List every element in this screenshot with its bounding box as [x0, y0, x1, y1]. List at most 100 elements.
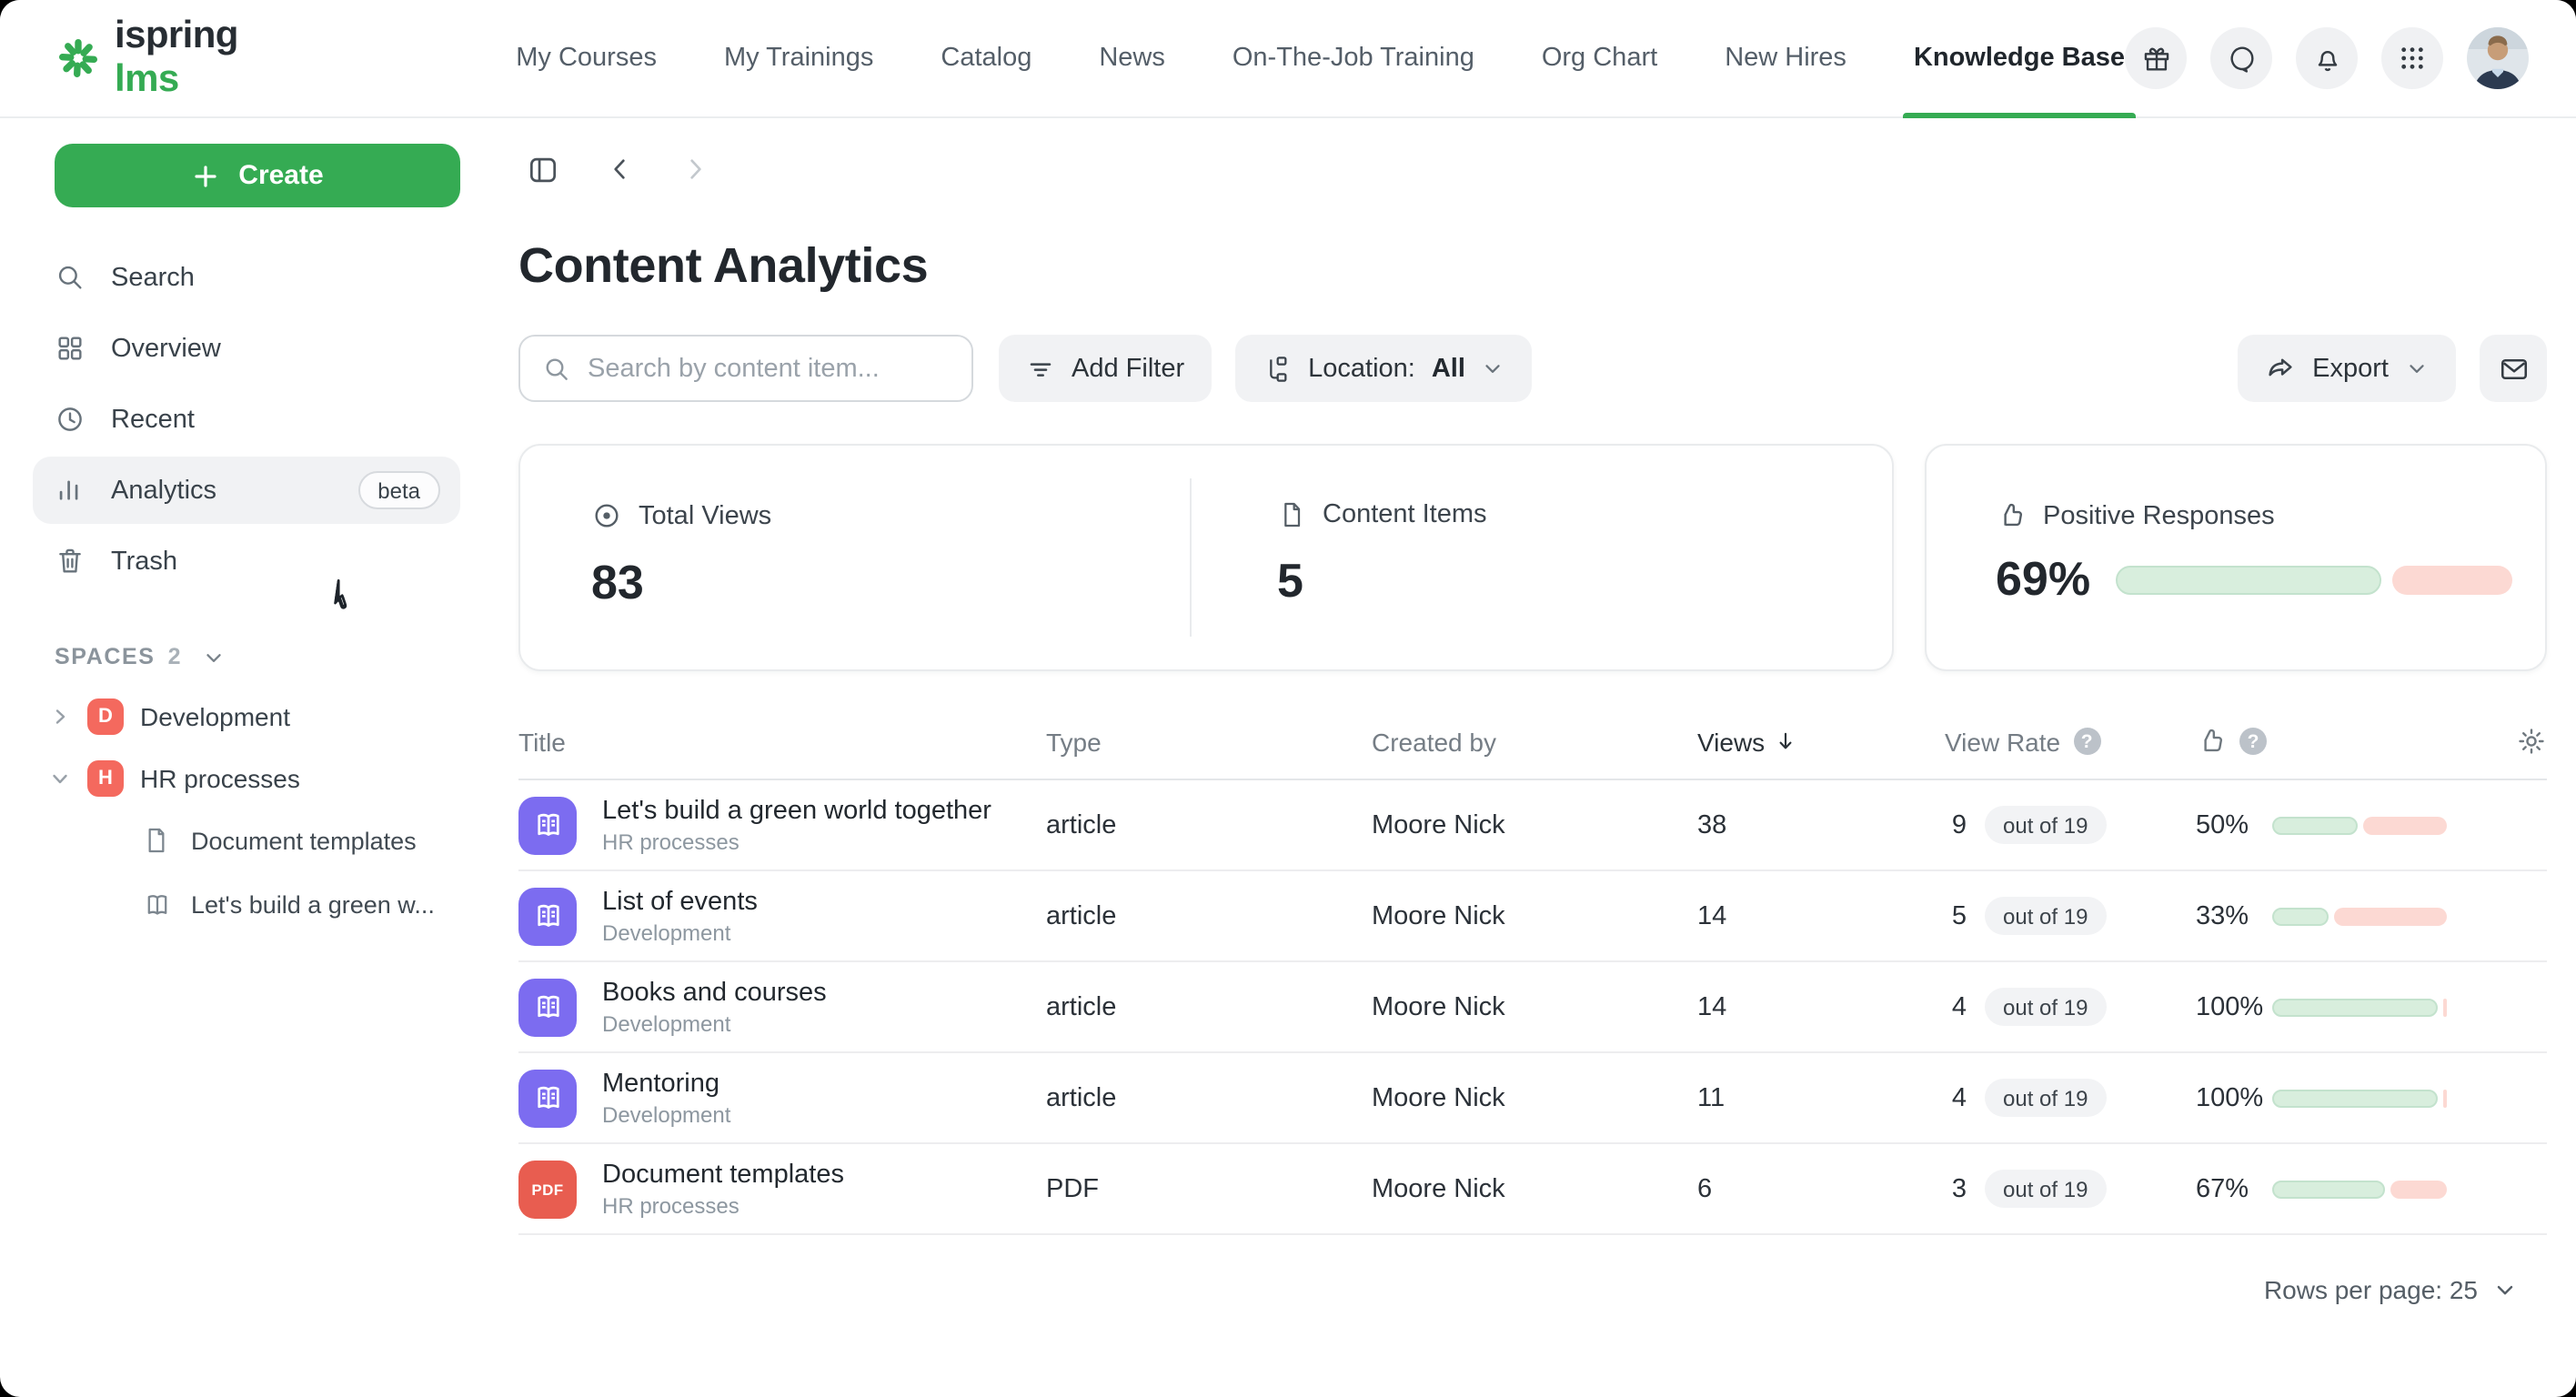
nav-item-on-the-job-training[interactable]: On-The-Job Training — [1233, 0, 1474, 117]
chat-icon — [2226, 43, 2257, 74]
column-likes[interactable]: ? — [2196, 726, 2516, 757]
like-ratio-bar — [2272, 816, 2447, 834]
sidebar-item-label: Search — [111, 263, 195, 292]
content-space: Development — [602, 1101, 730, 1129]
space-group-development[interactable]: DDevelopment — [0, 686, 518, 748]
table-row[interactable]: List of eventsDevelopmentarticleMoore Ni… — [518, 871, 2547, 962]
title-text: List of eventsDevelopment — [602, 885, 758, 947]
column-created-by[interactable]: Created by — [1372, 727, 1697, 756]
bar-positive-segment — [2272, 1180, 2385, 1198]
table-row[interactable]: MentoringDevelopmentarticleMoore Nick114… — [518, 1053, 2547, 1144]
nav-item-org-chart[interactable]: Org Chart — [1542, 0, 1657, 117]
add-filter-button[interactable]: Add Filter — [999, 335, 1212, 402]
likes-cell: 67% — [2196, 1174, 2516, 1203]
nav-item-my-courses[interactable]: My Courses — [516, 0, 657, 117]
type-cell: PDF — [1046, 1174, 1372, 1203]
chevron-down-icon[interactable] — [2492, 1277, 2518, 1302]
help-icon[interactable]: ? — [2239, 728, 2267, 755]
gift-icon — [2140, 43, 2171, 74]
view-rate-value: 9 — [1945, 810, 1967, 839]
sidebar-item-label: Analytics — [111, 476, 216, 505]
sidebar-item-analytics[interactable]: Analyticsbeta — [33, 457, 460, 524]
views-cell: 14 — [1697, 992, 1945, 1021]
bar-positive-segment — [2116, 565, 2381, 594]
space-child-label: Let's build a green w... — [191, 891, 435, 919]
like-ratio-bar — [2272, 907, 2447, 925]
filter-icon — [1026, 354, 1055, 383]
view-rate-total-pill: out of 19 — [1985, 988, 2106, 1026]
sidebar-item-overview[interactable]: Overview — [33, 315, 460, 382]
view-rate-value: 5 — [1945, 901, 1967, 930]
content-space: Development — [602, 920, 758, 947]
ispring-logo[interactable]: ispring lms — [55, 15, 312, 102]
views-cell: 14 — [1697, 901, 1945, 930]
spaces-header[interactable]: SPACES 2 — [55, 644, 460, 669]
back-icon[interactable] — [606, 155, 635, 184]
column-type[interactable]: Type — [1046, 727, 1372, 756]
sidebar-item-search[interactable]: Search — [33, 244, 460, 311]
table-row[interactable]: Let's build a green world togetherHR pro… — [518, 780, 2547, 871]
chevron-right-icon[interactable] — [49, 706, 71, 728]
nav-item-knowledge-base[interactable]: Knowledge Base — [1914, 0, 2125, 117]
view-rate-value: 4 — [1945, 1083, 1967, 1112]
sidebar-menu: Search OverviewRecentAnalyticsbeta Trash — [0, 244, 518, 595]
thumb-up-icon — [2196, 726, 2227, 757]
table-settings-button[interactable] — [2516, 726, 2547, 757]
table-row[interactable]: Books and coursesDevelopmentarticleMoore… — [518, 962, 2547, 1053]
column-title[interactable]: Title — [518, 727, 1046, 756]
view-rate-total-pill: out of 19 — [1985, 1170, 2106, 1208]
nav-item-catalog[interactable]: Catalog — [941, 0, 1031, 117]
pdf-file-icon: PDF — [518, 1160, 577, 1218]
space-child-let-s-build-a-green-w[interactable]: Let's build a green w... — [0, 873, 518, 937]
table-body: Let's build a green world togetherHR pro… — [518, 780, 2547, 1235]
forward-icon[interactable] — [680, 155, 709, 184]
nav-item-my-trainings[interactable]: My Trainings — [724, 0, 873, 117]
content-space: HR processes — [602, 1192, 844, 1220]
trash-icon — [55, 545, 87, 578]
content-items-stat: Content Items 5 — [1206, 446, 1892, 669]
content-title: Let's build a green world together — [602, 794, 991, 827]
views-target-icon — [591, 500, 622, 531]
location-filter-button[interactable]: Location: All — [1235, 335, 1533, 402]
collapse-sidebar-icon[interactable] — [526, 152, 560, 186]
likes-cell: 50% — [2196, 810, 2516, 839]
gift-button[interactable] — [2125, 27, 2187, 89]
bar-positive-segment — [2272, 816, 2358, 834]
apps-button[interactable] — [2381, 27, 2443, 89]
bar-negative-segment — [2390, 1180, 2447, 1198]
column-views-sorted[interactable]: Views — [1697, 727, 1945, 756]
table-row[interactable]: PDFDocument templatesHR processesPDFMoor… — [518, 1144, 2547, 1235]
document-icon — [142, 826, 173, 857]
sidebar-item-label: Trash — [111, 547, 177, 576]
content-title: Books and courses — [602, 976, 827, 1009]
nav-item-new-hires[interactable]: New Hires — [1725, 0, 1846, 117]
sidebar-item-trash[interactable]: Trash — [33, 528, 460, 595]
view-rate-value: 4 — [1945, 992, 1967, 1021]
email-report-button[interactable] — [2480, 335, 2547, 402]
view-rate-cell: 9out of 19 — [1945, 806, 2196, 844]
positive-responses-value: 69% — [1996, 551, 2090, 608]
hierarchy-icon — [1263, 354, 1292, 383]
overview-icon — [55, 332, 87, 365]
table-header: Title Type Created by Views View Rate ? … — [518, 704, 2547, 780]
nav-item-news[interactable]: News — [1099, 0, 1165, 117]
bar-positive-segment — [2272, 1089, 2438, 1107]
content-search-input[interactable] — [588, 354, 953, 383]
content-space: HR processes — [602, 829, 991, 856]
like-percent-value: 100% — [2196, 1083, 2272, 1112]
column-view-rate[interactable]: View Rate ? — [1945, 727, 2196, 756]
export-button[interactable]: Export — [2238, 335, 2456, 402]
notifications-button[interactable] — [2296, 27, 2358, 89]
user-avatar[interactable] — [2467, 27, 2529, 89]
create-button[interactable]: Create — [55, 144, 460, 207]
column-views-label: Views — [1697, 727, 1765, 756]
plus-icon — [191, 161, 220, 190]
messages-button[interactable] — [2210, 27, 2272, 89]
sidebar-item-recent[interactable]: Recent — [33, 386, 460, 453]
positive-responses-label: Positive Responses — [2043, 501, 2275, 530]
space-group-hr-processes[interactable]: HHR processes — [0, 748, 518, 809]
space-child-document-templates[interactable]: Document templates — [0, 809, 518, 873]
chevron-down-icon[interactable] — [49, 768, 71, 789]
title-text: MentoringDevelopment — [602, 1067, 730, 1129]
help-icon[interactable]: ? — [2073, 728, 2100, 755]
